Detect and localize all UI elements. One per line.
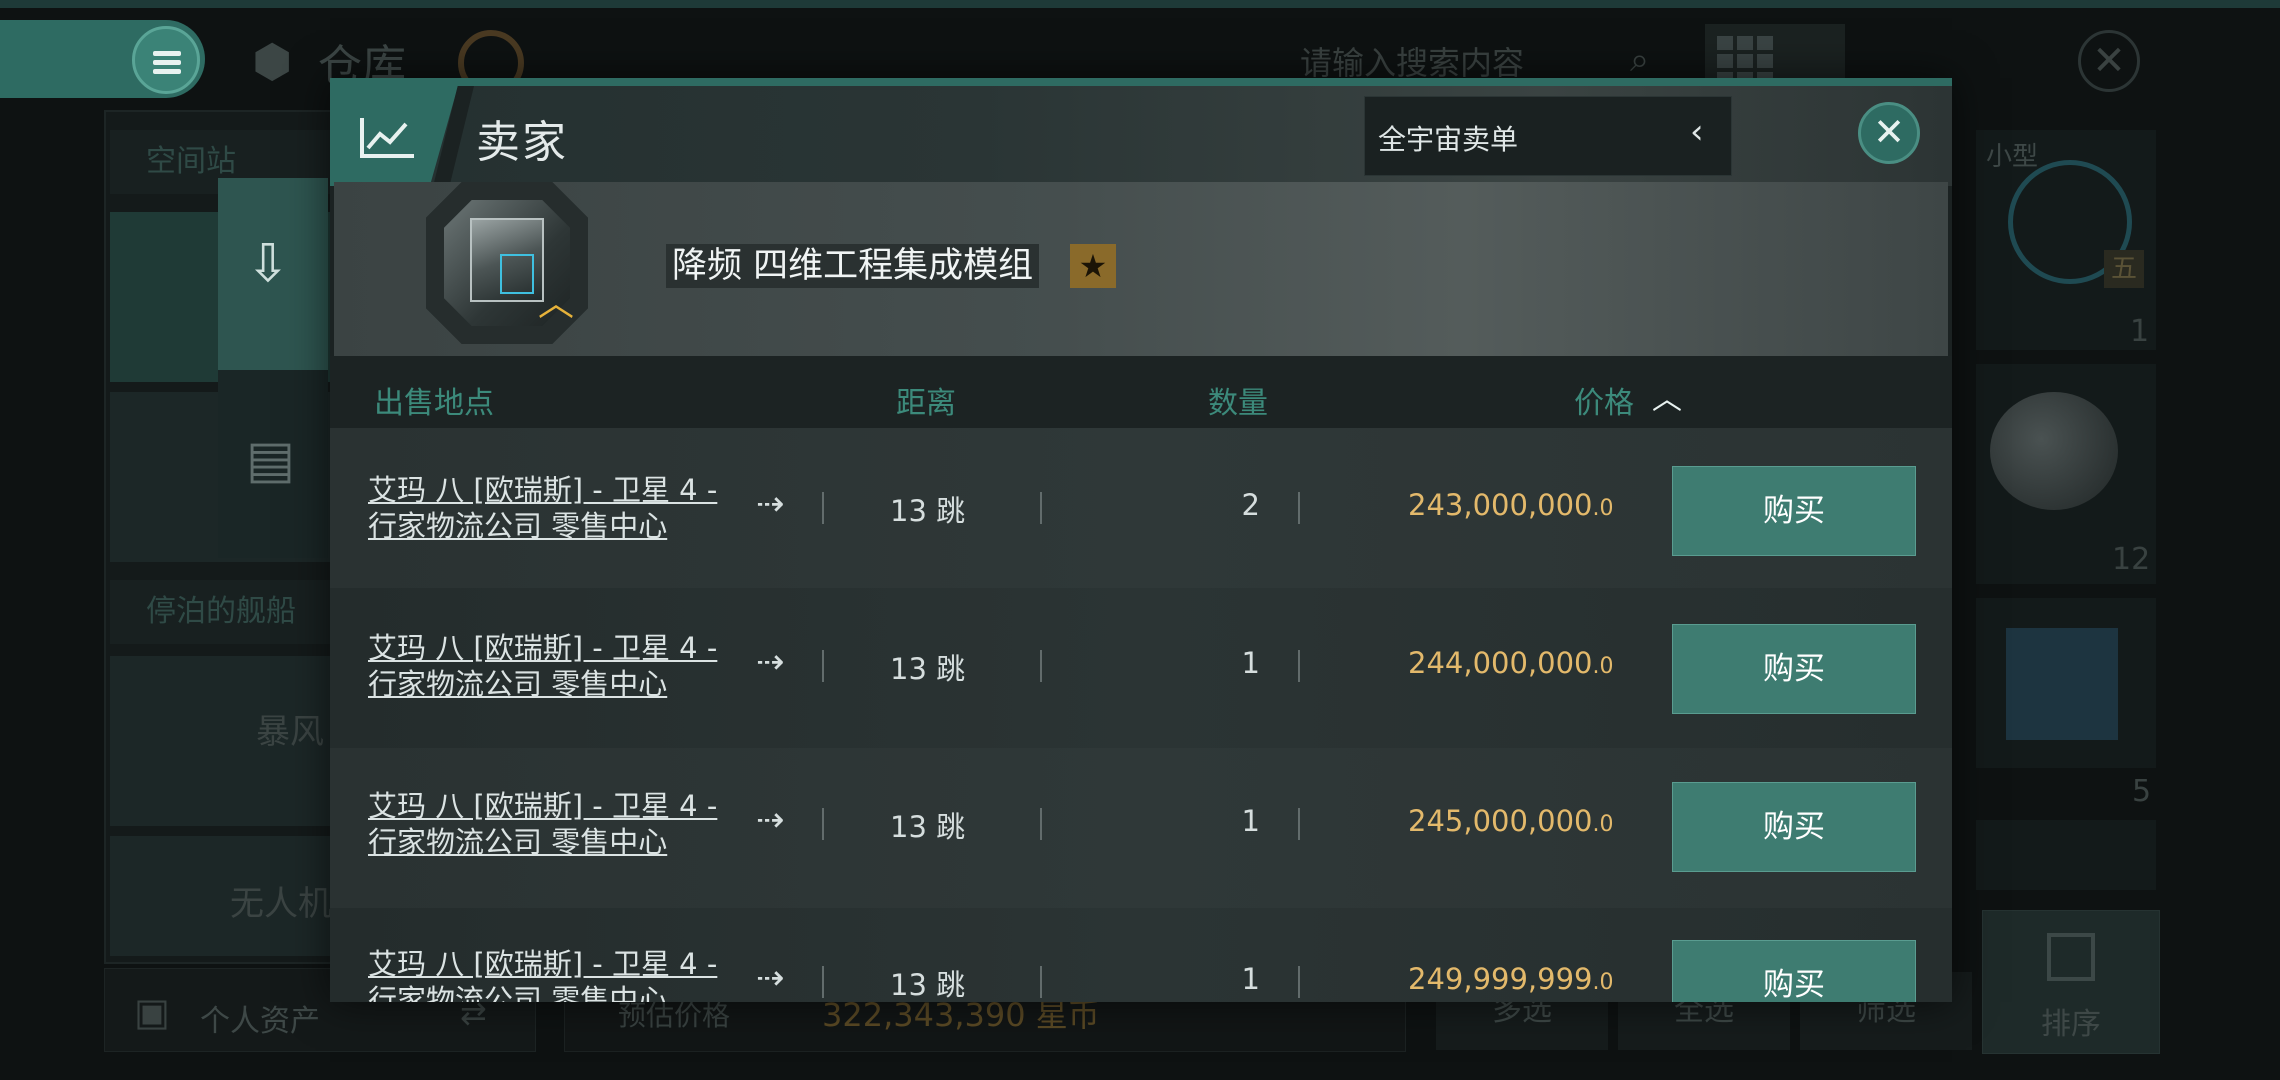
modal-top-accent bbox=[330, 78, 1952, 86]
chevron-left-icon: ‹ bbox=[1690, 112, 1704, 152]
item-count: 12 bbox=[2112, 542, 2151, 577]
table-row: 艾玛 八 [欧瑞斯] - 卫星 4 - 行家物流公司 零售中心 ⇢ 13 跳 1… bbox=[330, 908, 1952, 1002]
chevron-up-icon[interactable]: ︿ bbox=[1652, 374, 1682, 418]
table-row: 艾玛 八 [欧瑞斯] - 卫星 4 - 行家物流公司 零售中心 ⇢ 13 跳 1… bbox=[330, 748, 1952, 908]
hamburger-icon[interactable] bbox=[132, 26, 200, 94]
buy-button[interactable]: 购买 bbox=[1672, 466, 1916, 556]
close-icon: ✕ bbox=[1873, 110, 1905, 154]
divider bbox=[1040, 650, 1042, 682]
divider bbox=[822, 966, 824, 998]
inventory-tile[interactable] bbox=[1976, 820, 2156, 890]
table-header bbox=[330, 356, 1952, 428]
clipboard-icon[interactable]: ▤ bbox=[246, 430, 295, 490]
docked-ships-header: 停泊的舰船 bbox=[110, 580, 330, 644]
close-button[interactable]: ✕ bbox=[1858, 102, 1920, 164]
price: 249,999,999.0 bbox=[1408, 962, 1614, 996]
table-row: 艾玛 八 [欧瑞斯] - 卫星 4 - 行家物流公司 零售中心 ⇢ 13 跳 2… bbox=[330, 428, 1952, 588]
drone-label: 无人机 bbox=[230, 884, 332, 924]
price: 245,000,000.0 bbox=[1408, 804, 1614, 838]
star-icon: ★ bbox=[1070, 244, 1116, 288]
item-count: 1 bbox=[2130, 314, 2150, 349]
buy-button[interactable]: 购买 bbox=[1672, 624, 1916, 714]
route-to-icon[interactable]: ⇢ bbox=[756, 800, 785, 840]
modal-title: 卖家 bbox=[476, 117, 568, 168]
distance: 13 跳 bbox=[890, 652, 966, 686]
quantity: 1 bbox=[1241, 804, 1260, 838]
route-to-icon[interactable]: ⇢ bbox=[756, 484, 785, 524]
sell-cart-tab[interactable]: ⇩ bbox=[218, 178, 328, 370]
divider bbox=[1298, 650, 1300, 682]
background-close-icon[interactable]: ✕ bbox=[2078, 30, 2140, 92]
search-icon[interactable]: ⌕ bbox=[1630, 40, 1649, 80]
location-line1[interactable]: 艾玛 八 [欧瑞斯] - 卫星 4 - bbox=[368, 472, 717, 508]
quantity: 2 bbox=[1241, 488, 1260, 522]
divider bbox=[822, 492, 824, 524]
blueprint-image bbox=[2006, 628, 2118, 740]
divider bbox=[1040, 966, 1042, 998]
route-to-icon[interactable]: ⇢ bbox=[756, 958, 785, 998]
item-count: 5 bbox=[2132, 774, 2152, 809]
sort-button[interactable]: 排序 bbox=[1982, 910, 2160, 1054]
distance: 13 跳 bbox=[890, 968, 966, 1002]
divider bbox=[822, 808, 824, 840]
distance: 13 跳 bbox=[890, 494, 966, 528]
tier-badge: 五 bbox=[2104, 250, 2144, 288]
sort-label: 排序 bbox=[2041, 1007, 2101, 1042]
quantity: 1 bbox=[1241, 962, 1260, 996]
safe-icon: ▣ bbox=[134, 990, 170, 1034]
sellers-modal: 卖家 全宇宙卖单 ‹ ✕ ︿ 降频 四维工程集成模组 ★ 出售地点 距离 数量 … bbox=[330, 78, 1952, 1002]
docked-ship-name: 暴风 bbox=[256, 712, 324, 752]
column-price[interactable]: 价格 bbox=[1574, 378, 1634, 422]
divider bbox=[1298, 492, 1300, 524]
location-line1[interactable]: 艾玛 八 [欧瑞斯] - 卫星 4 - bbox=[368, 630, 717, 666]
dropdown-value: 全宇宙卖单 bbox=[1378, 123, 1519, 156]
warehouse-cube-icon: ⬢ bbox=[252, 34, 293, 88]
location-line2[interactable]: 行家物流公司 零售中心 bbox=[368, 508, 667, 544]
location-line2[interactable]: 行家物流公司 零售中心 bbox=[368, 824, 667, 860]
item-name: 降频 四维工程集成模组 bbox=[666, 244, 1040, 288]
column-quantity[interactable]: 数量 bbox=[1208, 378, 1268, 422]
divider bbox=[822, 650, 824, 682]
price: 244,000,000.0 bbox=[1408, 646, 1614, 680]
cart-download-icon: ⇩ bbox=[246, 234, 290, 294]
distance: 13 跳 bbox=[890, 810, 966, 844]
quantity: 1 bbox=[1241, 646, 1260, 680]
table-row: 艾玛 八 [欧瑞斯] - 卫星 4 - 行家物流公司 零售中心 ⇢ 13 跳 1… bbox=[330, 588, 1952, 748]
personal-assets-label: 个人资产 bbox=[200, 1004, 320, 1039]
route-to-icon[interactable]: ⇢ bbox=[756, 642, 785, 682]
line-chart-icon bbox=[360, 118, 414, 158]
buy-button[interactable]: 购买 bbox=[1672, 782, 1916, 872]
divider bbox=[1298, 808, 1300, 840]
module-glow bbox=[500, 254, 534, 294]
size-label: 小型 bbox=[1986, 142, 2039, 172]
location-line1[interactable]: 艾玛 八 [欧瑞斯] - 卫星 4 - bbox=[368, 788, 717, 824]
rank-up-chevron-icon: ︿ bbox=[538, 283, 575, 324]
divider bbox=[1040, 492, 1042, 524]
price: 243,000,000.0 bbox=[1408, 488, 1614, 522]
column-distance[interactable]: 距离 bbox=[896, 378, 956, 422]
buy-button[interactable]: 购买 bbox=[1672, 940, 1916, 1002]
top-strip bbox=[0, 0, 2280, 8]
drone-image bbox=[1990, 392, 2118, 510]
divider bbox=[1040, 808, 1042, 840]
column-location[interactable]: 出售地点 bbox=[374, 378, 494, 422]
location-line2[interactable]: 行家物流公司 零售中心 bbox=[368, 982, 667, 1002]
location-line1[interactable]: 艾玛 八 [欧瑞斯] - 卫星 4 - bbox=[368, 946, 717, 982]
location-line2[interactable]: 行家物流公司 零售中心 bbox=[368, 666, 667, 702]
sort-grid-icon bbox=[2047, 933, 2095, 981]
divider bbox=[1298, 966, 1300, 998]
